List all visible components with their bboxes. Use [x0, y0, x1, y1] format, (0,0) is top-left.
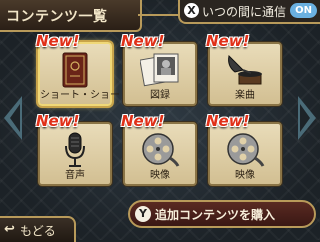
notification-label: いつの間に通信: [202, 5, 287, 19]
content-tile-short-short[interactable]: New! ショート・ショート: [36, 32, 130, 106]
buy-additional-content-button[interactable]: Y 追加コンテンツを購入: [128, 200, 316, 228]
film-reel-icon: [227, 133, 265, 167]
back-label: もどる: [20, 224, 56, 238]
y-button-icon: Y: [135, 206, 151, 222]
notification-toggle[interactable]: X いつの間に通信 ON: [178, 0, 320, 24]
tile-label: ショート・ショート: [40, 90, 130, 101]
x-button-icon: X: [184, 3, 199, 18]
header-divider: [138, 14, 178, 16]
new-badge: New!: [36, 112, 80, 130]
tile-label: 音声: [65, 170, 85, 181]
gramophone-icon: [228, 54, 262, 85]
new-badge: New!: [121, 112, 165, 130]
content-tile-voice[interactable]: New! 音声: [36, 112, 112, 186]
microphone-icon: [65, 132, 85, 167]
new-badge: New!: [206, 32, 250, 50]
tile-label: 映像: [150, 170, 170, 181]
prev-arrow-inner: [10, 104, 20, 132]
content-tile-music[interactable]: New! 楽曲: [206, 32, 282, 106]
tile-label: 映像: [235, 170, 255, 181]
next-arrow-inner: [300, 104, 310, 132]
header-title-tab: コンテンツ一覧: [0, 0, 142, 32]
new-badge: New!: [36, 32, 80, 50]
book-icon: [62, 52, 88, 88]
content-tile-video-2[interactable]: New! 映像: [206, 112, 282, 186]
content-tile-video-1[interactable]: New! 映像: [121, 112, 197, 186]
new-badge: New!: [206, 112, 250, 130]
page-title: コンテンツ一覧: [6, 9, 108, 25]
photos-icon: [140, 53, 179, 87]
buy-label: 追加コンテンツを購入: [155, 208, 276, 222]
back-button[interactable]: ↩ もどる: [0, 216, 76, 242]
content-tile-gallery[interactable]: New! 図録: [121, 32, 197, 106]
return-arrow-icon: ↩: [4, 222, 15, 237]
new-badge: New!: [121, 32, 165, 50]
film-reel-icon: [142, 133, 180, 167]
tile-label: 図録: [150, 90, 170, 101]
tile-label: 楽曲: [235, 90, 255, 101]
notification-status-badge: ON: [290, 3, 317, 18]
